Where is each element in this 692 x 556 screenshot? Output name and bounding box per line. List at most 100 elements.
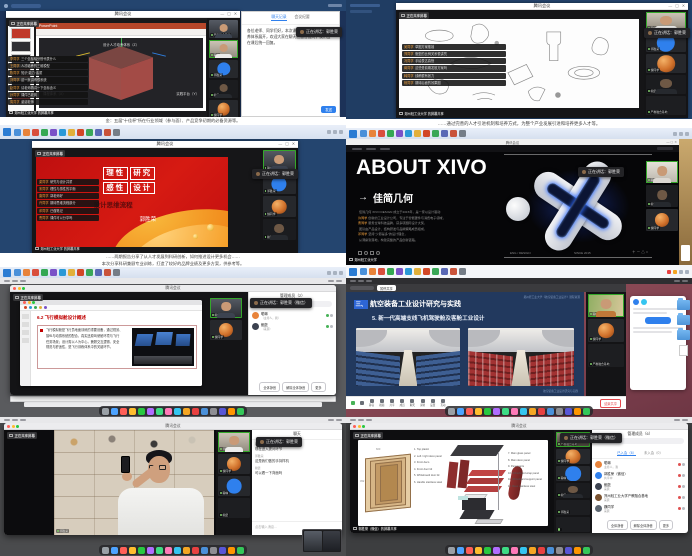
dock-app-icon[interactable] [138,408,145,415]
participant-video-tile[interactable]: 鲍懿 [218,498,250,518]
folder-icon[interactable] [677,330,690,340]
dock-app-icon[interactable] [183,547,190,554]
dock-app-icon[interactable] [237,408,244,415]
participant-video-tile[interactable]: 魏同学 [588,319,624,342]
dock-app-icon[interactable] [228,547,235,554]
participant-video-tile[interactable]: 魏同学 [218,454,250,474]
dock-app-icon[interactable] [502,408,509,415]
taskbar-app-icon[interactable] [59,269,66,276]
window-controls[interactable]: — ▢ ✕ [668,3,686,10]
taskbar-app-icon[interactable] [414,130,421,137]
traffic-light-buttons[interactable] [7,425,19,428]
taskbar-app-icon[interactable] [59,129,66,136]
taskbar-app-icon[interactable] [86,269,93,276]
system-tray[interactable] [673,132,689,136]
dock-app-icon[interactable] [201,547,208,554]
taskbar-app-icon[interactable] [459,268,466,275]
taskbar-app-icon[interactable] [14,269,21,276]
taskbar-app-icon[interactable] [450,130,457,137]
member-action-button[interactable]: 更多 [311,382,325,392]
dock-app-icon[interactable] [529,547,536,554]
dock-app-icon[interactable] [201,408,208,415]
dock-app-icon[interactable] [457,547,464,554]
taskbar-app-icon[interactable] [387,130,394,137]
pause-share-button[interactable]: 暂停共享 [377,285,396,291]
participant-video-tile[interactable]: 产教融合基地 [588,344,624,367]
dock-app-icon[interactable] [583,408,590,415]
taskbar-app-icon[interactable] [50,129,57,136]
primary-button[interactable] [645,317,671,324]
member-action-button[interactable]: 解除全体静音 [630,520,657,530]
taskbar-app-icon[interactable] [378,130,385,137]
participant-video-tile[interactable]: 鲍懿 [263,219,296,240]
taskbar-app-icon[interactable] [396,268,403,275]
toolbar-button[interactable]: 设置 [430,399,435,408]
member-action-button[interactable]: 全体静音 [259,382,280,392]
dock-app-icon[interactable] [192,408,199,415]
document-icon[interactable] [679,345,688,356]
taskbar-app-icon[interactable] [77,269,84,276]
dock-app-icon[interactable] [565,547,572,554]
bookmark-bar[interactable] [350,4,380,7]
taskbar-app-icon[interactable] [414,268,421,275]
dock-app-icon[interactable] [547,408,554,415]
window-controls[interactable]: — ▢ ✕ [278,141,296,148]
traffic-light-buttons[interactable] [353,425,365,428]
taskbar-app-icon[interactable] [50,269,57,276]
dock-app-icon[interactable] [129,547,136,554]
dock-app-icon[interactable] [538,547,545,554]
member-action-button[interactable]: 全体静音 [607,520,628,530]
bookmark-item[interactable] [350,10,372,13]
taskbar-app-icon[interactable] [405,130,412,137]
dock-app-icon[interactable] [237,547,244,554]
ppt-ribbon[interactable] [36,29,206,36]
dock-app-icon[interactable] [210,547,217,554]
participant-video-tile[interactable]: 聪琳 [646,161,678,183]
dock-app-icon[interactable] [448,547,455,554]
taskbar-app-icon[interactable] [423,268,430,275]
start-button[interactable] [349,268,357,276]
taskbar-app-icon[interactable] [432,268,439,275]
toolbar-button[interactable]: 视频 [379,399,384,408]
taskbar-app-icon[interactable] [68,269,75,276]
end-share-button[interactable]: 结束共享 [600,399,621,408]
dock-app-icon[interactable] [138,547,145,554]
nav-item[interactable] [380,148,390,150]
dock-app-icon[interactable] [520,547,527,554]
taskbar-app-icon[interactable] [86,129,93,136]
taskbar-app-icon[interactable] [369,268,376,275]
toolbar-button[interactable]: 静音 [369,399,374,408]
nav-control[interactable] [657,147,673,150]
dock-app-icon[interactable] [120,547,127,554]
taskbar-app-icon[interactable] [360,130,367,137]
nav-item[interactable] [366,148,376,150]
taskbar-app-icon[interactable] [396,130,403,137]
toolbar-button[interactable]: 共享 [389,399,394,408]
taskbar-app-icon[interactable] [104,269,111,276]
dock-app-icon[interactable] [120,408,127,415]
member-row[interactable]: 郭胜荣（微信）共享中 [592,470,688,481]
taskbar-app-icon[interactable] [369,130,376,137]
window-buttons[interactable] [328,4,342,7]
dock-app-icon[interactable] [228,408,235,415]
dock-app-icon[interactable] [511,408,518,415]
dock-app-icon[interactable] [183,408,190,415]
taskbar-app-icon[interactable] [113,129,120,136]
slide-thumbnail[interactable] [11,41,31,52]
taskbar-app-icon[interactable] [459,130,466,137]
dock-app-icon[interactable] [165,547,172,554]
participant-video-tile[interactable]: 鲍懿 [646,185,678,207]
tab-joined[interactable]: 已入会（6） [617,450,636,456]
dock-app-icon[interactable] [547,547,554,554]
taskbar-app-icon[interactable] [95,129,102,136]
system-tray[interactable] [327,130,343,134]
nav-item[interactable] [352,148,362,150]
dock-app-icon[interactable] [165,408,172,415]
dock-app-icon[interactable] [538,408,545,415]
taskbar-app-icon[interactable] [360,268,367,275]
participant-video-tile[interactable]: 鲍懿 [556,483,590,498]
dock-app-icon[interactable] [511,547,518,554]
dock-app-icon[interactable] [102,547,109,554]
taskbar-app-icon[interactable] [423,130,430,137]
browser-icon[interactable] [4,4,8,8]
